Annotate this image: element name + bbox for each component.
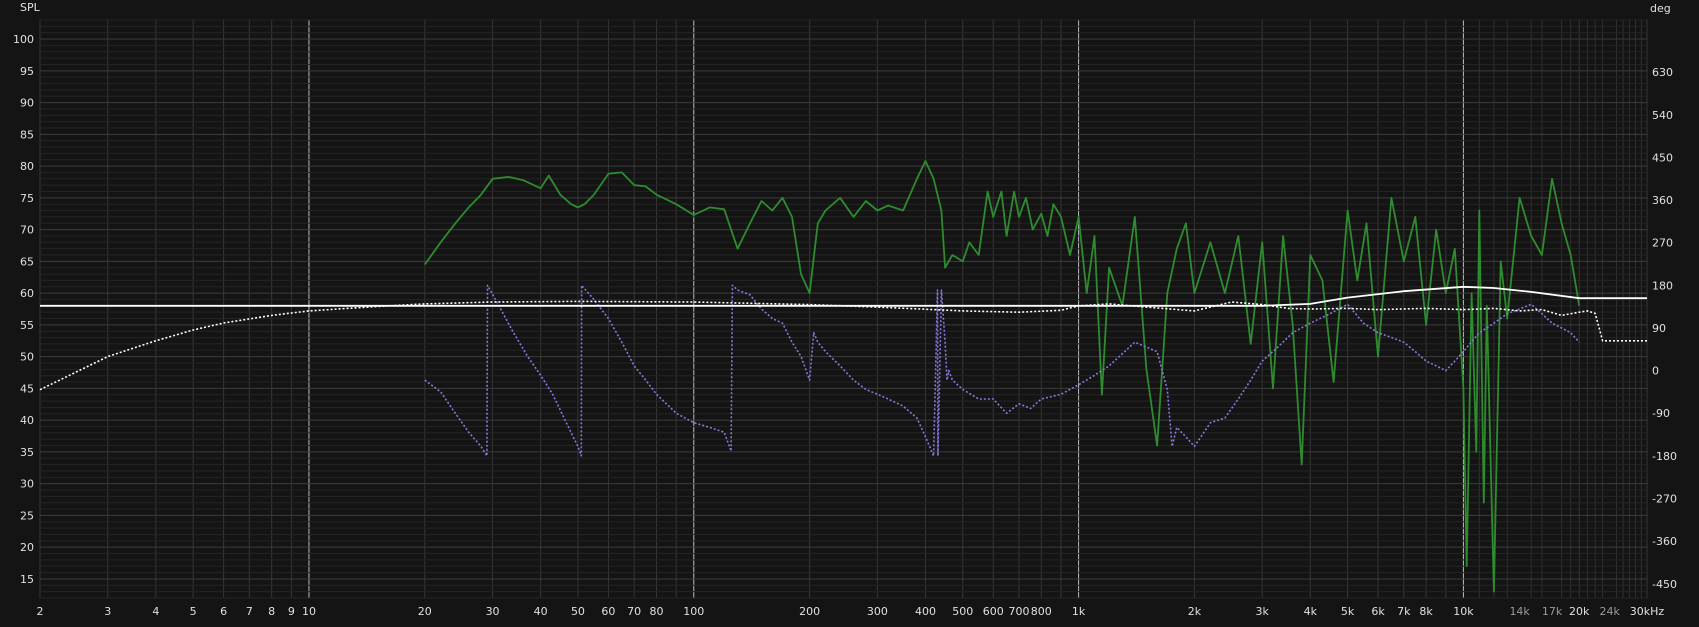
y-tick-label: 50	[20, 351, 34, 364]
y-tick-label: 95	[20, 65, 34, 78]
x-tick-label: 50	[571, 605, 585, 618]
y-tick-label: 45	[20, 382, 34, 395]
x-tick-label: 5k	[1341, 605, 1355, 618]
x-tick-label: 40	[534, 605, 548, 618]
x-tick-label: 10	[302, 605, 316, 618]
y-tick-label: 60	[20, 287, 34, 300]
y-tick-label: 75	[20, 192, 34, 205]
x-tick-label: 24k	[1600, 605, 1621, 618]
left-axis-label: SPL	[20, 1, 41, 14]
y-tick-label: 55	[20, 319, 34, 332]
y2-tick-label: 270	[1652, 237, 1673, 250]
y-tick-label: 70	[20, 224, 34, 237]
y2-tick-label: -180	[1652, 450, 1677, 463]
y-tick-label: 35	[20, 446, 34, 459]
x-tick-label: 8k	[1419, 605, 1433, 618]
y-tick-label: 30	[20, 478, 34, 491]
x-tick-label: 20k	[1569, 605, 1590, 618]
y2-tick-label: 360	[1652, 194, 1673, 207]
y2-tick-label: -360	[1652, 535, 1677, 548]
x-tick-label: 2	[37, 605, 44, 618]
y-tick-label: 85	[20, 128, 34, 141]
y-tick-label: 25	[20, 509, 34, 522]
x-tick-label: 700	[1008, 605, 1029, 618]
y-tick-label: 100	[13, 33, 34, 46]
y-tick-label: 15	[20, 573, 34, 586]
y-tick-label: 90	[20, 97, 34, 110]
x-tick-label: 80	[649, 605, 663, 618]
x-tick-label: 4	[152, 605, 159, 618]
y-tick-label: 80	[20, 160, 34, 173]
x-tick-label: 1k	[1072, 605, 1086, 618]
y-tick-label: 65	[20, 255, 34, 268]
y2-tick-label: 180	[1652, 279, 1673, 292]
x-tick-label: 800	[1031, 605, 1052, 618]
x-tick-label: 200	[799, 605, 820, 618]
frequency-response-plot: 1520253035404550556065707580859095100-45…	[0, 0, 1699, 622]
y2-tick-label: -90	[1652, 407, 1670, 420]
x-tick-label: 6k	[1371, 605, 1385, 618]
x-tick-label: 14k	[1509, 605, 1530, 618]
y2-tick-label: -270	[1652, 493, 1677, 506]
x-tick-label: 60	[601, 605, 615, 618]
x-tick-label: 500	[952, 605, 973, 618]
x-tick-label: 5	[190, 605, 197, 618]
x-tick-label: 70	[627, 605, 641, 618]
x-tick-label: 3	[104, 605, 111, 618]
y-tick-label: 20	[20, 541, 34, 554]
x-tick-label: 6	[220, 605, 227, 618]
x-tick-label: 8	[268, 605, 275, 618]
y2-tick-label: 90	[1652, 322, 1666, 335]
x-tick-label: 2k	[1188, 605, 1202, 618]
right-axis-label: deg	[1650, 2, 1671, 15]
y2-tick-label: 630	[1652, 66, 1673, 79]
x-tick-label: 7k	[1397, 605, 1411, 618]
x-tick-label: 4k	[1304, 605, 1318, 618]
x-tick-label: 7	[246, 605, 253, 618]
x-tick-label: 600	[983, 605, 1004, 618]
x-tick-label: 30kHz	[1630, 605, 1665, 618]
x-tick-label: 20	[418, 605, 432, 618]
x-tick-label: 3k	[1256, 605, 1270, 618]
y2-tick-label: 0	[1652, 365, 1659, 378]
y2-tick-label: -450	[1652, 578, 1677, 591]
x-tick-label: 400	[915, 605, 936, 618]
plot-background	[0, 0, 1699, 622]
y-tick-label: 40	[20, 414, 34, 427]
y2-tick-label: 540	[1652, 109, 1673, 122]
x-tick-label: 9	[288, 605, 295, 618]
x-tick-label: 30	[486, 605, 500, 618]
x-tick-label: 17k	[1542, 605, 1563, 618]
x-tick-label: 10k	[1453, 605, 1474, 618]
y2-tick-label: 450	[1652, 151, 1673, 164]
x-tick-label: 100	[683, 605, 704, 618]
x-tick-label: 300	[867, 605, 888, 618]
chart: 15 20 25 30 35 40 45 50 55 60 65 70 75 80 85 90 95 100 -45…	[0, 0, 1699, 622]
